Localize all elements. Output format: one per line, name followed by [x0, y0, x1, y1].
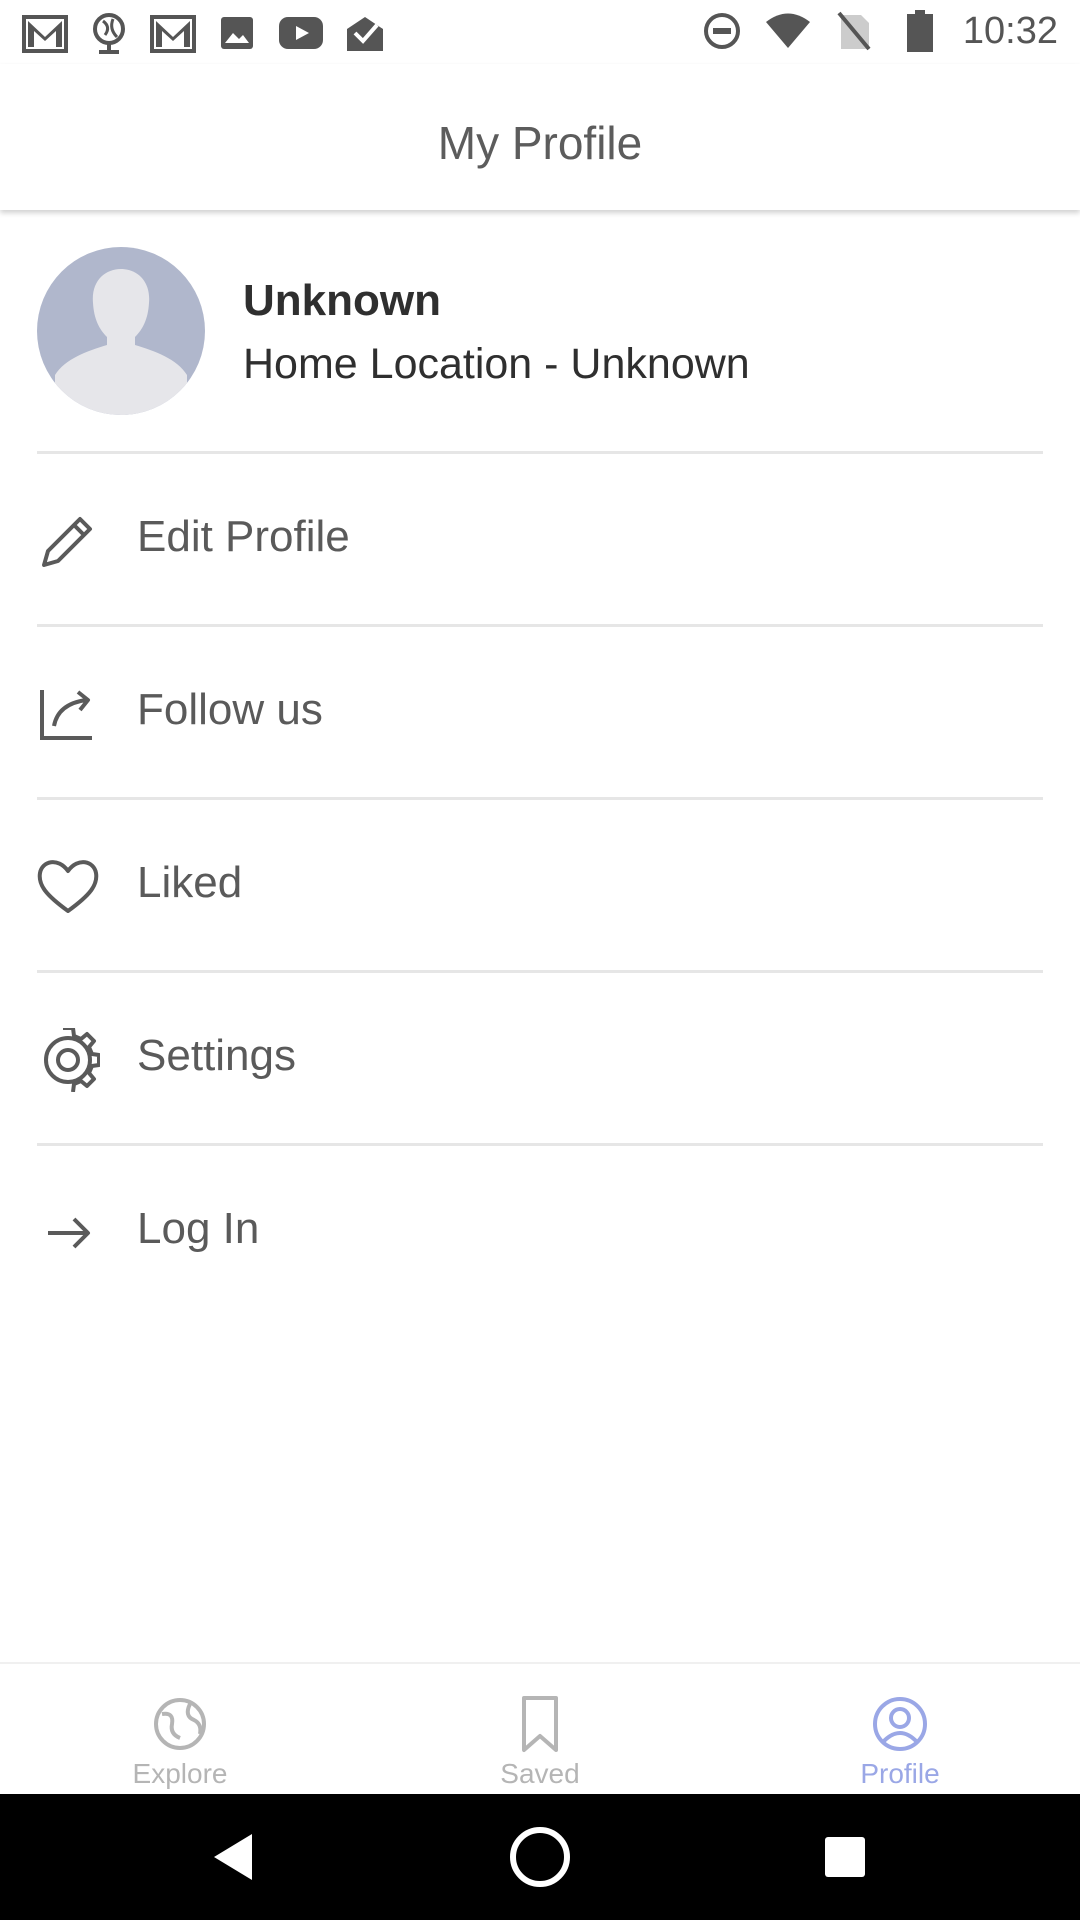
- menu-label: Settings: [137, 1031, 296, 1080]
- wifi-icon: [765, 8, 811, 54]
- system-nav-bar: [0, 1794, 1080, 1920]
- menu-label: Log In: [137, 1204, 260, 1253]
- menu-label: Liked: [137, 858, 243, 907]
- nav-label: Explore: [132, 1758, 228, 1789]
- profile-home-location: Home Location - Unknown: [243, 340, 750, 388]
- share-chart-icon: [36, 682, 100, 746]
- mail-done-icon: [342, 10, 388, 56]
- user-silhouette-icon: [55, 269, 187, 415]
- nav-tab-profile[interactable]: Profile: [720, 1664, 1080, 1796]
- nav-label: Saved: [500, 1758, 580, 1789]
- avatar[interactable]: [37, 247, 205, 415]
- status-bar: 10:32: [0, 0, 1080, 64]
- user-circle-icon: [870, 1694, 930, 1754]
- pencil-icon: [36, 509, 100, 573]
- bookmark-icon: [510, 1694, 570, 1754]
- globe-icon: [150, 1694, 210, 1754]
- menu-label: Follow us: [137, 685, 323, 734]
- arrow-right-icon: [36, 1201, 100, 1265]
- system-status-icons: 10:32: [699, 8, 1058, 54]
- app-header: My Profile: [0, 64, 1080, 210]
- menu-item-log-in[interactable]: Log In: [0, 1146, 1080, 1316]
- home-button[interactable]: [505, 1822, 575, 1892]
- menu-item-settings[interactable]: Settings: [0, 973, 1080, 1143]
- no-sim-icon: [831, 8, 877, 54]
- gmail-icon: [150, 10, 196, 56]
- profile-name: Unknown: [243, 276, 441, 325]
- home-circle-icon: [510, 1827, 570, 1887]
- bottom-nav: Explore Saved Profile: [0, 1662, 1080, 1796]
- nav-tab-saved[interactable]: Saved: [360, 1664, 720, 1796]
- gmail-icon: [22, 10, 68, 56]
- page-title: My Profile: [437, 117, 643, 169]
- recents-button[interactable]: [810, 1822, 880, 1892]
- back-triangle-icon: [214, 1834, 252, 1880]
- image-icon: [214, 10, 260, 56]
- heart-icon: [36, 855, 100, 919]
- nav-tab-explore[interactable]: Explore: [0, 1664, 360, 1796]
- youtube-icon: [278, 10, 324, 56]
- gear-icon: [36, 1026, 101, 1093]
- clock: 10:32: [962, 9, 1058, 52]
- notification-icons: [22, 10, 388, 56]
- do-not-disturb-icon: [699, 8, 745, 54]
- profile-summary[interactable]: Unknown Home Location - Unknown: [0, 210, 1080, 452]
- back-button[interactable]: [200, 1822, 270, 1892]
- globe-icon: [86, 10, 132, 56]
- battery-icon: [897, 8, 943, 54]
- recents-square-icon: [825, 1837, 865, 1877]
- menu-item-liked[interactable]: Liked: [0, 800, 1080, 970]
- nav-label: Profile: [860, 1758, 940, 1789]
- menu-item-follow-us[interactable]: Follow us: [0, 627, 1080, 797]
- menu-item-edit-profile[interactable]: Edit Profile: [0, 454, 1080, 624]
- menu-label: Edit Profile: [137, 512, 350, 561]
